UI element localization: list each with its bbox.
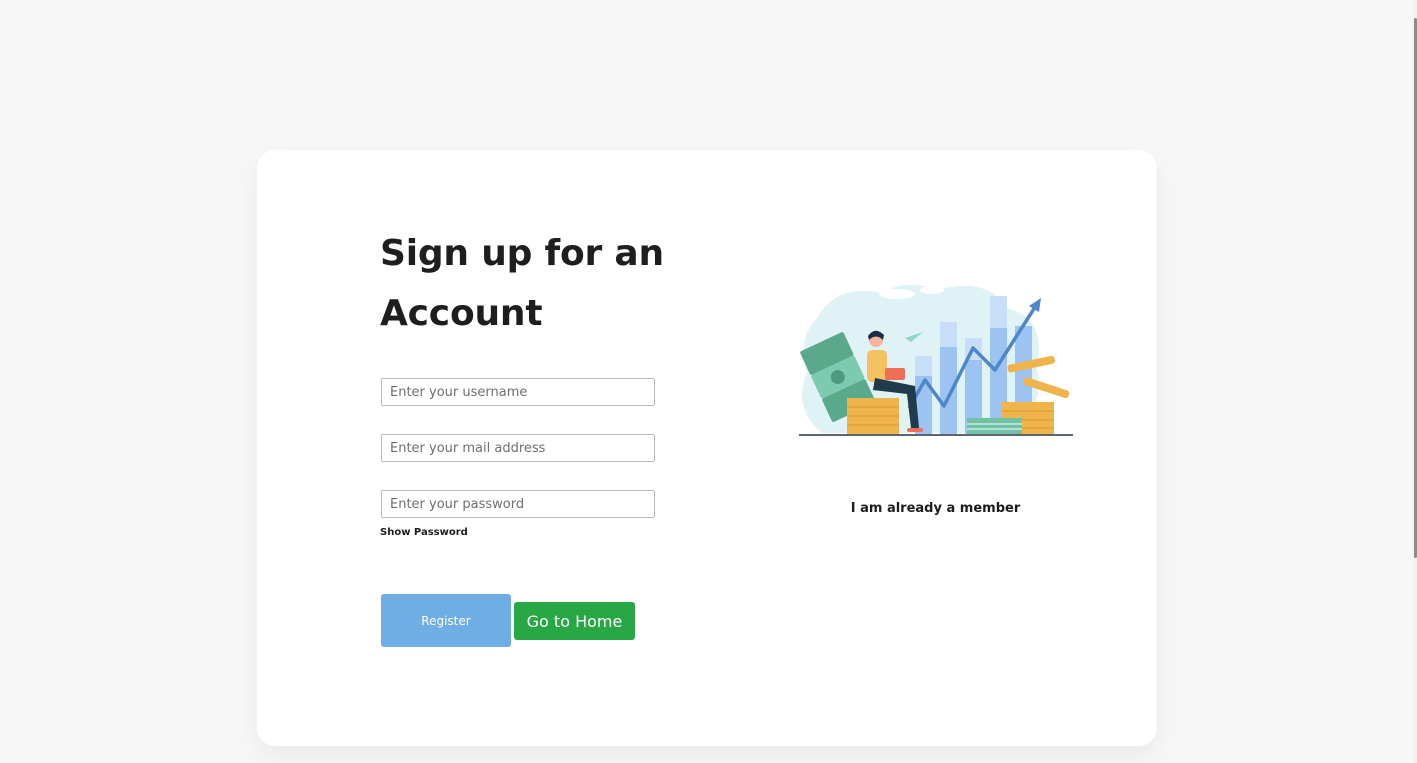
show-password-toggle[interactable]: Show Password [380,527,468,538]
already-member-link[interactable]: I am already a member [797,501,1074,516]
finance-growth-illustration [799,284,1073,436]
email-input[interactable] [381,434,655,462]
page-scrollbar[interactable] [1413,0,1417,763]
username-input[interactable] [381,378,655,406]
password-input[interactable] [381,490,655,518]
page-title: Sign up for an Account [380,233,664,334]
register-button[interactable]: Register [381,594,511,647]
go-to-home-button[interactable]: Go to Home [514,602,635,640]
signup-card: Sign up for an Account Show Password Reg… [257,150,1157,746]
